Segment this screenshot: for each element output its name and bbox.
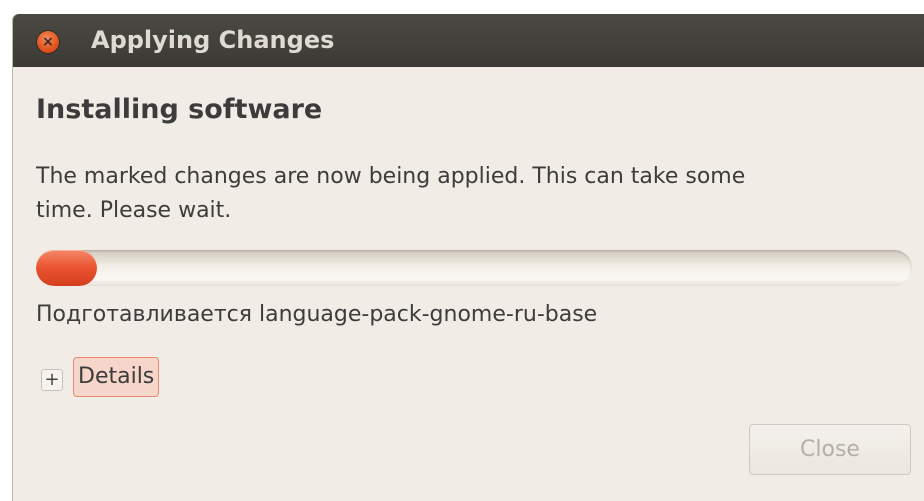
details-expander[interactable]: Details — [73, 357, 160, 397]
plus-icon[interactable]: + — [41, 369, 63, 391]
close-button[interactable]: Close — [749, 424, 911, 475]
progress-status-text: Подготавливается language-pack-gnome-ru-… — [36, 302, 598, 327]
titlebar: × Applying Changes — [13, 14, 924, 67]
status-message: The marked changes are now being applied… — [36, 164, 746, 223]
close-icon[interactable]: × — [37, 31, 59, 53]
page-title: Installing software — [36, 94, 323, 125]
window-title: Applying Changes — [91, 26, 335, 54]
progress-bar — [36, 250, 912, 286]
progress-fill — [36, 250, 98, 286]
dialog-window: × Applying Changes Installing software T… — [12, 14, 924, 501]
